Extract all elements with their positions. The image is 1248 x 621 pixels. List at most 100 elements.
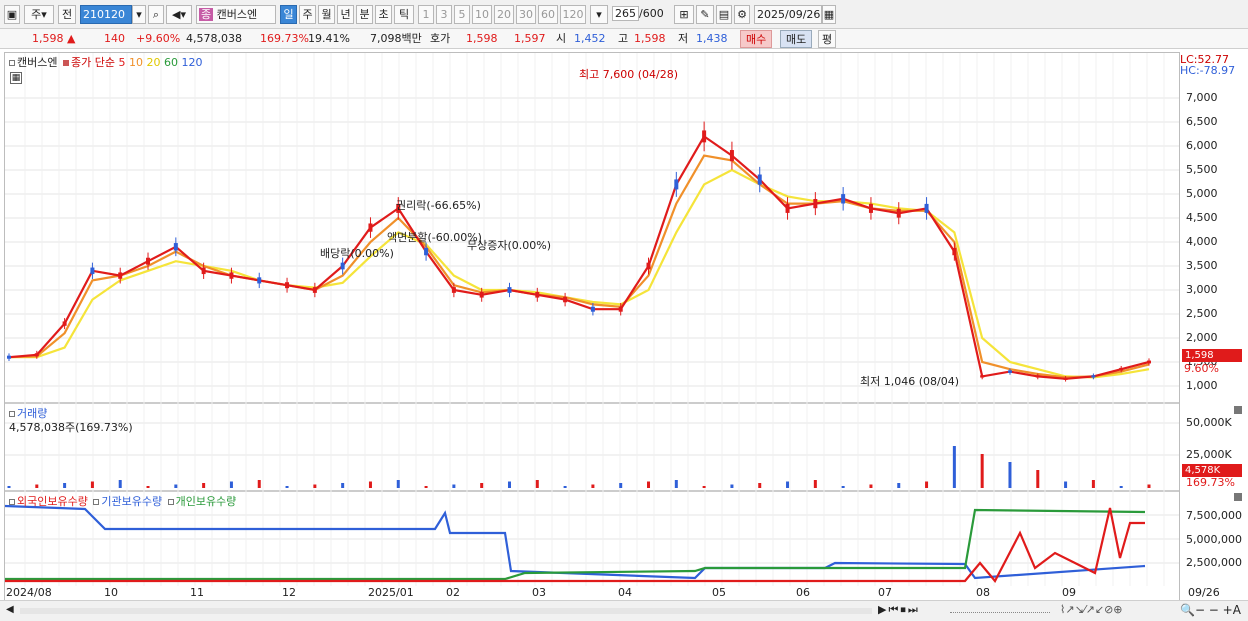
volume-value: 4,578,038	[186, 32, 242, 45]
candle	[1147, 360, 1151, 364]
period-day[interactable]: 일	[280, 5, 297, 24]
ytick: 4,000	[1186, 235, 1218, 248]
search-icon[interactable]: ⌕	[148, 5, 164, 24]
table-view-icon[interactable]: ▦	[10, 72, 22, 84]
speaker-icon[interactable]: ◀▾	[166, 5, 192, 24]
volume-bar	[813, 480, 817, 488]
high-label: 고	[618, 32, 629, 45]
ytick: 5,000	[1186, 187, 1218, 200]
candle	[841, 194, 846, 204]
period-year[interactable]: 년	[337, 5, 354, 24]
candle	[1063, 377, 1068, 380]
candle	[340, 262, 345, 270]
low-price: 1,438	[696, 32, 728, 45]
legend-marker	[9, 60, 15, 66]
candle	[674, 179, 679, 190]
xlabel: 2025/01	[368, 586, 414, 599]
window-menu-icon[interactable]: ▣	[4, 5, 20, 24]
candle	[785, 203, 790, 213]
interval-10[interactable]: 10	[472, 5, 492, 24]
legend-institution: 기관보유수량	[101, 495, 163, 508]
zoom-slider[interactable]	[950, 607, 1050, 613]
volume-bar	[35, 484, 39, 488]
panel-close-icon[interactable]	[1234, 493, 1242, 501]
candle	[1091, 375, 1096, 378]
candle	[229, 272, 234, 279]
code-dropdown-icon[interactable]: ▾	[132, 5, 146, 24]
ytick: 3,000	[1186, 283, 1218, 296]
gear-icon[interactable]: ⚙	[734, 5, 750, 24]
volume-bar	[786, 481, 790, 488]
interval-5[interactable]: 5	[454, 5, 470, 24]
volume-bar	[1091, 480, 1095, 488]
stock-name-label: 캔버스엔	[216, 8, 258, 21]
eval-button[interactable]: 평	[818, 30, 837, 48]
candle	[507, 287, 512, 293]
period-tick[interactable]: 틱	[394, 5, 414, 24]
chart-canvas	[5, 53, 1179, 586]
candle	[813, 198, 818, 209]
volume-bar	[952, 446, 956, 488]
period-minute[interactable]: 분	[356, 5, 373, 24]
save-icon[interactable]: ▤	[716, 5, 732, 24]
candle	[201, 267, 206, 275]
volume-bar	[452, 484, 456, 488]
annotation-dividend: 배당락(0.00%)	[320, 247, 394, 260]
ytick: 6,000	[1186, 139, 1218, 152]
volume-bar	[257, 480, 261, 488]
interval-20[interactable]: 20	[494, 5, 514, 24]
scrollbar[interactable]	[20, 608, 872, 614]
bottom-bar: ◀ ▶⏮⏹⏭ ⌇↗↘⁄↗↙⊘⊕ 🔍− − +A	[0, 600, 1248, 621]
interval-3[interactable]: 3	[436, 5, 452, 24]
volume-bar	[285, 486, 289, 488]
candle	[702, 130, 707, 143]
drawing-tools[interactable]: ⌇↗↘⁄↗↙⊘⊕	[1060, 603, 1123, 616]
annotation-low: 최저 1,046 (08/04)	[860, 375, 960, 388]
stock-name-field[interactable]: 종 캔버스엔	[196, 5, 276, 24]
interval-60[interactable]: 60	[538, 5, 558, 24]
playback-controls[interactable]: ▶⏮⏹⏭	[878, 603, 920, 617]
ask-price: 1,598	[466, 32, 498, 45]
sell-button[interactable]: 매도	[780, 30, 813, 48]
interval-1[interactable]: 1	[418, 5, 434, 24]
toolbar: ▣ 주▾ 전 210120 ▾ ⌕ ◀▾ 종 캔버스엔 일 주 월 년 분 초 …	[0, 0, 1248, 29]
current-price: 1,598	[32, 32, 64, 45]
buy-button[interactable]: 매수	[740, 30, 773, 48]
period-kind-select[interactable]: 주▾	[24, 5, 54, 24]
scroll-left-icon[interactable]: ◀	[6, 604, 14, 615]
volume-bar	[90, 481, 94, 488]
ytick: 7,000	[1186, 91, 1218, 104]
candle	[7, 355, 11, 359]
calendar-icon[interactable]: ▦	[822, 5, 836, 24]
interval-dropdown-icon[interactable]: ▾	[590, 5, 608, 24]
date-field[interactable]: 2025/09/26	[754, 5, 822, 24]
tool-draw-icon[interactable]: ✎	[696, 5, 714, 24]
candle	[90, 267, 95, 275]
chart-area[interactable]: 캔버스엔 종가 단순 5 10 20 60 120 ▦ 최고 7,600 (04…	[4, 52, 1180, 601]
tool-grid-icon[interactable]: ⊞	[674, 5, 694, 24]
ytick: 1,000	[1186, 379, 1218, 392]
prev-button[interactable]: 전	[58, 5, 76, 24]
legend-ma5: 5	[118, 56, 126, 69]
legend-foreign: 외국인보유수량	[17, 495, 88, 508]
period-second[interactable]: 초	[375, 5, 392, 24]
period-kind-label: 주	[31, 8, 42, 21]
price-legend: 캔버스엔 종가 단순 5 10 20 60 120	[9, 54, 202, 70]
zoom-tools[interactable]: 🔍− − +A	[1180, 603, 1241, 617]
vol-ytick: 25,000K	[1186, 448, 1232, 461]
volume-bar	[869, 484, 873, 488]
interval-30[interactable]: 30	[516, 5, 536, 24]
interval-120[interactable]: 120	[560, 5, 586, 24]
volume-bar	[702, 486, 706, 488]
period-week[interactable]: 주	[299, 5, 316, 24]
hold-ytick: 5,000,000	[1186, 533, 1242, 546]
annotation-rights: 권리락(-66.65%)	[396, 199, 481, 212]
volume-bar	[563, 486, 567, 488]
count-field[interactable]: 265/600	[612, 5, 668, 24]
stock-code-input[interactable]: 210120	[80, 5, 132, 24]
xlabel: 2024/08	[6, 586, 52, 599]
panel-close-icon[interactable]	[1234, 406, 1242, 414]
candle	[34, 353, 39, 357]
period-month[interactable]: 월	[318, 5, 335, 24]
candle	[368, 223, 373, 232]
